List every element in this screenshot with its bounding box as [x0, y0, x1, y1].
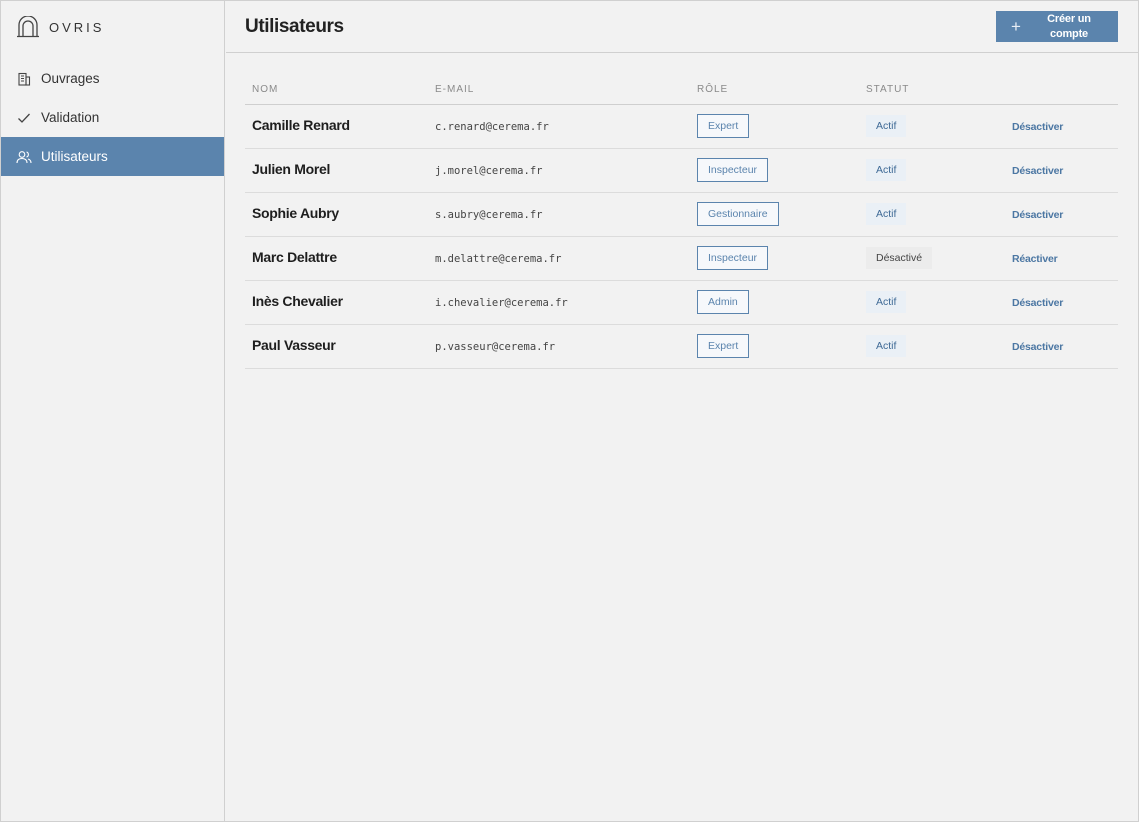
column-header-email: E-MAIL: [428, 75, 690, 105]
page-header: Utilisateurs + Créer un compte: [226, 1, 1138, 53]
user-name: Marc Delattre: [252, 249, 337, 265]
column-header-status: STATUT: [859, 75, 1005, 105]
role-badge[interactable]: Inspecteur: [697, 246, 769, 270]
user-email: s.aubry@cerema.fr: [435, 209, 543, 221]
table-row: Sophie Aubry s.aubry@cerema.fr Gestionna…: [245, 192, 1118, 237]
sidebar-item-ouvrages[interactable]: Ouvrages: [1, 59, 224, 98]
table-row: Paul Vasseur p.vasseur@cerema.fr Expert …: [245, 324, 1118, 369]
status-badge: Actif: [866, 115, 907, 137]
check-icon: [16, 110, 32, 126]
status-badge: Actif: [866, 159, 907, 181]
status-badge: Actif: [866, 291, 907, 313]
user-name: Camille Renard: [252, 117, 350, 133]
deactivate-link[interactable]: Désactiver: [1012, 297, 1063, 309]
users-table: NOM E-MAIL RÔLE STATUT Camille Renard c.…: [245, 75, 1118, 369]
table-row: Inès Chevalier i.chevalier@cerema.fr Adm…: [245, 280, 1118, 325]
role-badge[interactable]: Inspecteur: [697, 158, 769, 182]
user-email: j.morel@cerema.fr: [435, 165, 543, 177]
users-table-container: NOM E-MAIL RÔLE STATUT Camille Renard c.…: [245, 75, 1118, 369]
deactivate-link[interactable]: Désactiver: [1012, 341, 1063, 353]
table-row: Camille Renard c.renard@cerema.fr Expert…: [245, 104, 1118, 149]
table-header-row: NOM E-MAIL RÔLE STATUT: [245, 75, 1118, 105]
column-header-name: NOM: [245, 75, 428, 105]
brand[interactable]: OVRIS: [1, 1, 224, 53]
page-title: Utilisateurs: [245, 16, 344, 37]
role-badge[interactable]: Expert: [697, 114, 750, 138]
user-name: Inès Chevalier: [252, 293, 343, 309]
plus-icon: +: [1011, 16, 1021, 36]
user-email: p.vasseur@cerema.fr: [435, 341, 556, 353]
table-row: Julien Morel j.morel@cerema.fr Inspecteu…: [245, 148, 1118, 193]
deactivate-link[interactable]: Désactiver: [1012, 209, 1063, 221]
column-header-actions: [1005, 75, 1118, 105]
reactivate-link[interactable]: Réactiver: [1012, 253, 1058, 265]
sidebar-nav: Ouvrages Validation Utilisateurs: [1, 59, 224, 176]
role-badge[interactable]: Gestionnaire: [697, 202, 779, 226]
user-name: Julien Morel: [252, 161, 331, 177]
sidebar-item-validation[interactable]: Validation: [1, 98, 224, 137]
user-email: m.delattre@cerema.fr: [435, 253, 562, 265]
sidebar-item-label: Utilisateurs: [41, 149, 108, 164]
role-badge[interactable]: Admin: [697, 290, 749, 314]
users-icon: [16, 149, 32, 165]
sidebar-item-label: Validation: [41, 110, 100, 125]
user-email: i.chevalier@cerema.fr: [435, 297, 568, 309]
sidebar-item-utilisateurs[interactable]: Utilisateurs: [1, 137, 224, 176]
deactivate-link[interactable]: Désactiver: [1012, 121, 1063, 133]
sidebar-item-label: Ouvrages: [41, 71, 100, 86]
brand-name: OVRIS: [49, 19, 105, 35]
status-badge: Désactivé: [866, 247, 933, 269]
create-account-button[interactable]: + Créer un compte: [996, 11, 1118, 42]
status-badge: Actif: [866, 335, 907, 357]
user-name: Sophie Aubry: [252, 205, 339, 221]
column-header-role: RÔLE: [690, 75, 859, 105]
sidebar: OVRIS Ouvrages Validation Utilisateurs: [1, 1, 225, 821]
status-badge: Actif: [866, 203, 907, 225]
user-email: c.renard@cerema.fr: [435, 121, 549, 133]
deactivate-link[interactable]: Désactiver: [1012, 165, 1063, 177]
create-account-label: Créer un compte: [1047, 12, 1091, 40]
role-badge[interactable]: Expert: [697, 334, 750, 358]
user-name: Paul Vasseur: [252, 337, 336, 353]
arch-logo-icon: [16, 16, 40, 38]
building-icon: [16, 71, 32, 87]
table-row: Marc Delattre m.delattre@cerema.fr Inspe…: [245, 236, 1118, 281]
